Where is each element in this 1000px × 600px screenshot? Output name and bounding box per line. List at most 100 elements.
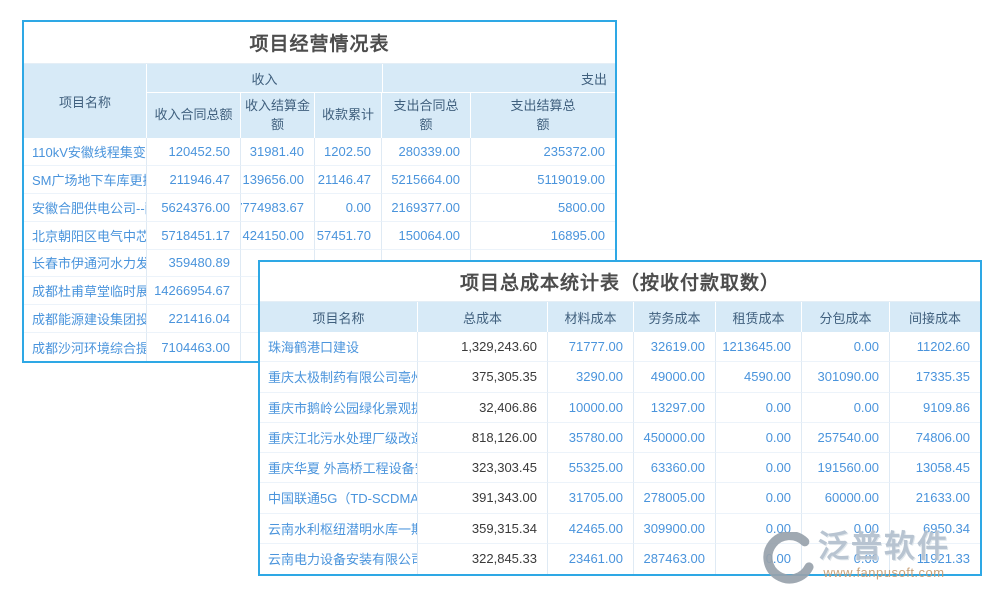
value-cell: 7104463.00	[147, 333, 241, 361]
table-row[interactable]: 重庆市鹅岭公园绿化景观提升 32,406.86 10000.00 13297.0…	[260, 393, 980, 423]
project-name-cell: 重庆市鹅岭公园绿化景观提升	[260, 393, 418, 423]
total-cost-cell: 375,305.35	[418, 362, 548, 392]
header-expense-contract-total: 支出合同总额	[382, 93, 471, 138]
value-cell: 31705.00	[548, 483, 634, 513]
value-cell: 13297.00	[634, 393, 716, 423]
table-row[interactable]: 重庆江北污水处理厂级改造 818,126.00 35780.00 450000.…	[260, 423, 980, 453]
value-cell: 71777.00	[548, 332, 634, 362]
value-cell: 49000.00	[634, 362, 716, 392]
header-material-cost: 材料成本	[548, 302, 634, 332]
project-name-cell: 重庆江北污水处理厂级改造	[260, 423, 418, 453]
project-name-cell: 重庆华夏 外高桥工程设备安装	[260, 453, 418, 483]
value-cell: 278005.00	[634, 483, 716, 513]
header-expense-settlement-total: 支出结算总额	[471, 93, 615, 138]
total-cost-cell: 322,845.33	[418, 544, 548, 574]
value-cell: 11921.33	[890, 544, 980, 574]
table-row[interactable]: 110kV安徽线程集变开闭所 120452.50 31981.40 1202.5…	[24, 138, 615, 166]
value-cell: 21633.00	[890, 483, 980, 513]
value-cell: 21146.47	[315, 166, 382, 194]
cost-statistics-table-title: 项目总成本统计表（按收付款取数）	[260, 262, 980, 302]
value-cell: 309900.00	[634, 514, 716, 544]
value-cell: 3290.00	[548, 362, 634, 392]
value-cell: 211946.47	[147, 166, 241, 194]
cost-statistics-table-header: 项目名称 总成本 材料成本 劳务成本 租赁成本 分包成本 间接成本	[260, 302, 980, 332]
value-cell: 32619.00	[634, 332, 716, 362]
project-name-cell: 110kV安徽线程集变开闭所	[24, 138, 147, 166]
value-cell: 16895.00	[471, 222, 615, 250]
value-cell: 424150.00	[241, 222, 315, 250]
value-cell: 120452.50	[147, 138, 241, 166]
value-cell: 0.00	[716, 514, 802, 544]
value-cell: 6950.34	[890, 514, 980, 544]
value-cell: 60000.00	[802, 483, 890, 513]
table-row[interactable]: 云南电力设备安装有限公司 322,845.33 23461.00 287463.…	[260, 544, 980, 574]
table-row[interactable]: SM广场地下车库更换提升工程 211946.47 139656.00 21146…	[24, 166, 615, 194]
total-cost-cell: 323,303.45	[418, 453, 548, 483]
header-receipts-accumulated: 收款累计	[315, 93, 382, 138]
value-cell: 7774983.67	[241, 194, 315, 222]
project-name-cell: 安徽合肥供电公司--配电工程	[24, 194, 147, 222]
header-rental-cost: 租赁成本	[716, 302, 802, 332]
cost-statistics-table-body: 珠海鹤港口建设 1,329,243.60 71777.00 32619.00 1…	[260, 332, 980, 574]
project-name-cell: 云南电力设备安装有限公司	[260, 544, 418, 574]
value-cell: 1202.50	[315, 138, 382, 166]
value-cell: 450000.00	[634, 423, 716, 453]
value-cell: 63360.00	[634, 453, 716, 483]
cost-statistics-table: 项目总成本统计表（按收付款取数） 项目名称 总成本 材料成本 劳务成本 租赁成本…	[258, 260, 982, 576]
table-row[interactable]: 珠海鹤港口建设 1,329,243.60 71777.00 32619.00 1…	[260, 332, 980, 362]
total-cost-cell: 391,343.00	[418, 483, 548, 513]
value-cell: 287463.00	[634, 544, 716, 574]
value-cell: 10000.00	[548, 393, 634, 423]
total-cost-cell: 32,406.86	[418, 393, 548, 423]
project-name-cell: SM广场地下车库更换提升工程	[24, 166, 147, 194]
table-row[interactable]: 安徽合肥供电公司--配电工程 5624376.00 7774983.67 0.0…	[24, 194, 615, 222]
value-cell: 0.00	[802, 544, 890, 574]
project-name-cell: 长春市伊通河水力发电站	[24, 250, 147, 278]
value-cell: 42465.00	[548, 514, 634, 544]
table-row[interactable]: 中国联通5G（TD-SCDMA） 391,343.00 31705.00 278…	[260, 483, 980, 513]
value-cell: 235372.00	[471, 138, 615, 166]
header-project-name: 项目名称	[260, 302, 418, 332]
value-cell: 11202.60	[890, 332, 980, 362]
project-name-cell: 北京朝阳区电气中芯特种设备	[24, 222, 147, 250]
value-cell: 0.00	[716, 423, 802, 453]
value-cell: 31981.40	[241, 138, 315, 166]
value-cell: 359480.89	[147, 250, 241, 278]
value-cell: 191560.00	[802, 453, 890, 483]
value-cell: 13058.45	[890, 453, 980, 483]
value-cell: 14266954.67	[147, 277, 241, 305]
header-project-name: 项目名称	[24, 64, 147, 138]
table-row[interactable]: 北京朝阳区电气中芯特种设备 5718451.17 424150.00 57451…	[24, 222, 615, 250]
value-cell: 1213645.00	[716, 332, 802, 362]
value-cell: 2169377.00	[382, 194, 471, 222]
table-row[interactable]: 重庆太极制药有限公司亳州分厂 375,305.35 3290.00 49000.…	[260, 362, 980, 392]
value-cell: 0.00	[802, 514, 890, 544]
project-name-cell: 重庆太极制药有限公司亳州分厂	[260, 362, 418, 392]
value-cell: 5215664.00	[382, 166, 471, 194]
value-cell: 4590.00	[716, 362, 802, 392]
table-row[interactable]: 重庆华夏 外高桥工程设备安装 323,303.45 55325.00 63360…	[260, 453, 980, 483]
value-cell: 0.00	[716, 393, 802, 423]
header-group-expense: 支出	[383, 64, 615, 92]
project-name-cell: 成都能源建设集团投资项目	[24, 305, 147, 333]
value-cell: 150064.00	[382, 222, 471, 250]
value-cell: 0.00	[802, 332, 890, 362]
total-cost-cell: 359,315.34	[418, 514, 548, 544]
value-cell: 5624376.00	[147, 194, 241, 222]
value-cell: 74806.00	[890, 423, 980, 453]
value-cell: 57451.70	[315, 222, 382, 250]
project-name-cell: 中国联通5G（TD-SCDMA）	[260, 483, 418, 513]
value-cell: 0.00	[716, 453, 802, 483]
value-cell: 301090.00	[802, 362, 890, 392]
value-cell: 0.00	[716, 483, 802, 513]
value-cell: 5800.00	[471, 194, 615, 222]
project-name-cell: 成都沙河环境综合提升工程	[24, 333, 147, 361]
value-cell: 55325.00	[548, 453, 634, 483]
header-total-cost: 总成本	[418, 302, 548, 332]
value-cell: 257540.00	[802, 423, 890, 453]
value-cell: 5718451.17	[147, 222, 241, 250]
value-cell: 221416.04	[147, 305, 241, 333]
header-income-contract-total: 收入合同总额	[147, 93, 241, 138]
table-row[interactable]: 云南水利枢纽潜明水库一期 359,315.34 42465.00 309900.…	[260, 514, 980, 544]
header-subcontract-cost: 分包成本	[802, 302, 890, 332]
